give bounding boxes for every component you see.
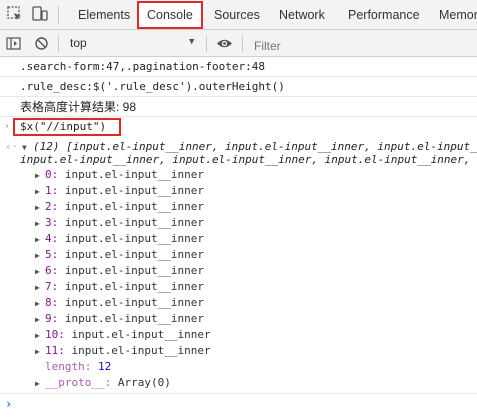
array-item-row[interactable]: ▶ 5: input.el-input__inner: [0, 247, 477, 263]
item-key: 1: [45, 184, 52, 197]
result-summary-text: input.el-input__inner, input.el-input__i…: [20, 153, 477, 166]
prompt-chevron-icon: ›: [4, 121, 11, 132]
expand-triangle-icon[interactable]: ▶: [35, 328, 40, 343]
expand-triangle-icon[interactable]: ▶: [35, 280, 40, 295]
device-toolbar-icon[interactable]: [31, 5, 49, 23]
expand-triangle-icon[interactable]: ▶: [35, 200, 40, 215]
result-summary-line-2: input.el-input__inner, input.el-input__i…: [0, 152, 477, 168]
log-text: .rule_desc:$('.rule_desc').outerHeight(): [20, 80, 285, 93]
expand-triangle-icon[interactable]: ▶: [35, 376, 40, 391]
tab-console[interactable]: Console: [137, 1, 203, 29]
item-key: 10: [45, 328, 59, 341]
array-item-row[interactable]: ▶ 6: input.el-input__inner: [0, 263, 477, 279]
item-key: 8: [45, 296, 52, 309]
array-length-row: length: 12: [45, 360, 112, 373]
inspect-element-icon[interactable]: [6, 5, 24, 23]
array-item-row[interactable]: ▶ 1: input.el-input__inner: [0, 183, 477, 199]
item-value: input.el-input__inner: [64, 200, 204, 213]
expand-triangle-icon[interactable]: ▶: [35, 232, 40, 247]
array-item-row[interactable]: ▶ 4: input.el-input__inner: [0, 231, 477, 247]
item-value: input.el-input__inner: [64, 232, 204, 245]
item-value: input.el-input__inner: [64, 168, 204, 181]
array-item-row[interactable]: ▶ 11: input.el-input__inner: [0, 343, 477, 359]
tab-elements[interactable]: Elements: [78, 0, 130, 30]
array-proto-row[interactable]: ▶ __proto__: Array(0): [0, 375, 477, 391]
devtools-tab-bar: Elements Console Sources Network Perform…: [0, 0, 477, 30]
array-item-row[interactable]: ▶ 9: input.el-input__inner: [0, 311, 477, 327]
context-dropdown-icon[interactable]: ▼: [189, 37, 194, 47]
array-item-row[interactable]: ▶ 2: input.el-input__inner: [0, 199, 477, 215]
console-prompt-icon[interactable]: ›: [5, 397, 12, 411]
log-text: .search-form:47,.pagination-footer:48: [20, 60, 266, 73]
item-key: 4: [45, 232, 52, 245]
array-item-row[interactable]: ▶ 10: input.el-input__inner: [0, 327, 477, 343]
length-key: length: [45, 360, 85, 373]
item-value: input.el-input__inner: [64, 280, 204, 293]
item-key: 5: [45, 248, 52, 261]
live-expression-eye-icon[interactable]: [216, 37, 233, 50]
expand-triangle-icon[interactable]: ▶: [35, 216, 40, 231]
item-value: input.el-input__inner: [64, 264, 204, 277]
log-divider: [0, 76, 477, 77]
console-toolbar: top ▼: [0, 30, 477, 57]
toolbar-separator: [242, 35, 243, 52]
item-value: input.el-input__inner: [64, 248, 204, 261]
array-item-row[interactable]: ▶ 3: input.el-input__inner: [0, 215, 477, 231]
array-item-row[interactable]: ▶ 8: input.el-input__inner: [0, 295, 477, 311]
item-value: input.el-input__inner: [64, 296, 204, 309]
item-key: 0: [45, 168, 52, 181]
filter-input[interactable]: [250, 34, 477, 57]
proto-value: Array(0): [117, 376, 171, 389]
context-selector[interactable]: top: [70, 36, 87, 50]
expand-triangle-icon[interactable]: ▶: [35, 248, 40, 263]
array-item-row[interactable]: ▶ 0: input.el-input__inner: [0, 167, 477, 183]
expand-triangle-icon[interactable]: ▶: [35, 184, 40, 199]
tab-sources[interactable]: Sources: [214, 0, 260, 30]
log-divider: [0, 116, 477, 117]
expand-triangle-icon[interactable]: ▶: [35, 344, 40, 359]
command-highlight-box: [13, 118, 121, 136]
tab-network[interactable]: Network: [279, 0, 325, 30]
log-divider: [0, 96, 477, 97]
clear-console-icon[interactable]: [34, 36, 49, 51]
item-value: input.el-input__inner: [71, 344, 211, 357]
expand-triangle-icon[interactable]: ▶: [35, 168, 40, 183]
item-key: 3: [45, 216, 52, 229]
length-value: 12: [98, 360, 112, 373]
item-key: 2: [45, 200, 52, 213]
show-sidebar-icon[interactable]: [6, 36, 21, 51]
toolbar-separator: [58, 6, 59, 24]
toolbar-separator: [206, 35, 207, 52]
array-item-row[interactable]: ▶ 7: input.el-input__inner: [0, 279, 477, 295]
console-log-line: 表格高度计算结果: 98: [0, 99, 477, 115]
console-log-line: .search-form:47,.pagination-footer:48: [0, 59, 477, 75]
expand-triangle-icon[interactable]: ▶: [35, 296, 40, 311]
item-value: input.el-input__inner: [64, 184, 204, 197]
item-key: 9: [45, 312, 52, 325]
item-key: 11: [45, 344, 59, 357]
item-key: 7: [45, 280, 52, 293]
expand-triangle-icon[interactable]: ▶: [35, 264, 40, 279]
tab-performance[interactable]: Performance: [348, 0, 420, 30]
console-log-line: .rule_desc:$('.rule_desc').outerHeight(): [0, 79, 477, 95]
item-value: input.el-input__inner: [71, 328, 211, 341]
tab-memory[interactable]: Memor: [439, 0, 477, 30]
toolbar-separator: [58, 35, 59, 52]
log-text: 表格高度计算结果: 98: [20, 100, 137, 114]
item-key: 6: [45, 264, 52, 277]
proto-key: __proto__: [45, 376, 105, 389]
log-divider: [0, 393, 477, 394]
expand-triangle-icon[interactable]: ▶: [35, 312, 40, 327]
item-value: input.el-input__inner: [64, 216, 204, 229]
item-value: input.el-input__inner: [64, 312, 204, 325]
